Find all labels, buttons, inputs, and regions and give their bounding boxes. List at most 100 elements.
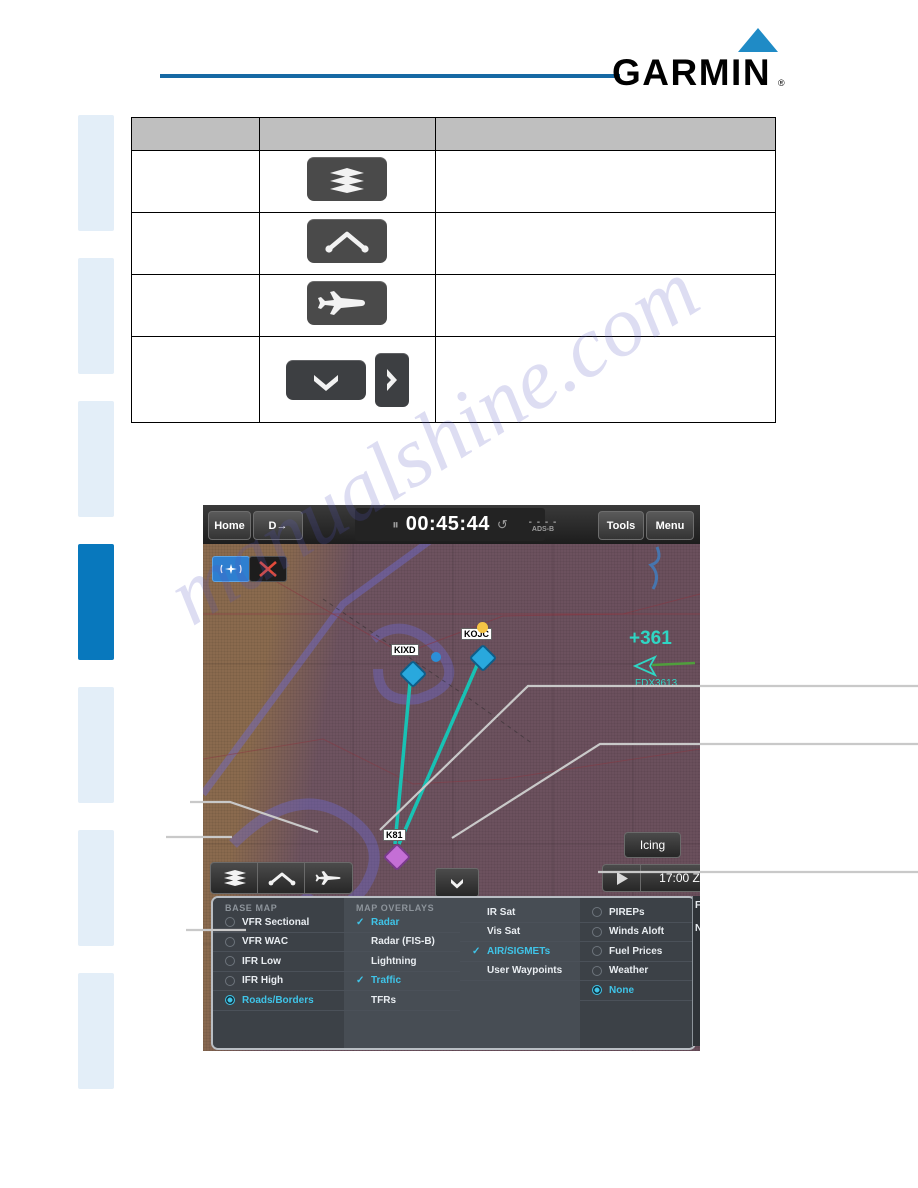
menu-column-weather-products: PIREPs Winds Aloft Fuel Prices Weather N… [580,898,694,1048]
device-top-bar: Home D→ ⏸ 00:45:44 ↺ - - - - ADS-B Tools… [203,505,700,545]
reset-icon[interactable]: ↺ [497,517,508,533]
radio-icon [225,956,235,967]
menu-column-map-overlays: MAP OVERLAYS ✓ Radar Radar (FIS-B) Lightn… [344,898,460,1048]
table-cell-icon [258,212,437,275]
garmin-logo: GARMIN ® [612,28,792,93]
sidebar-item-2[interactable] [78,258,114,374]
garmin-registered-mark: ® [778,78,785,88]
table-row [131,274,776,337]
map-canvas[interactable]: KIXD KOJC K81 +361 FDX3613 Icing 17:00 Z… [203,544,700,1051]
table-header-cell-3 [435,117,776,151]
table-cell-icon [258,274,437,337]
map-aircraft-button[interactable] [304,862,353,894]
table-cell-description [435,274,776,337]
menu-item-roads-borders[interactable]: Roads/Borders [213,991,344,1011]
pause-icon[interactable]: ⏸ [392,517,399,533]
table-cell-description [435,336,776,423]
table-cell-description [435,150,776,213]
table-header-cell-2 [258,117,437,151]
menu-item-vis-sat[interactable]: Vis Sat [460,923,580,942]
table-cell-icon [258,336,437,423]
tools-button[interactable]: Tools [598,511,644,540]
radio-icon-selected [592,985,602,996]
waypoint-label-kixd: KIXD [391,644,419,656]
table-cell-icon [258,150,437,213]
menu-item-vfr-sectional[interactable]: VFR Sectional [213,913,344,933]
menu-button[interactable]: Menu [646,511,694,540]
home-button[interactable]: Home [208,511,251,540]
direct-to-button[interactable]: D→ [253,511,303,540]
airplane-icon [307,281,388,325]
sidebar-item-1[interactable] [78,115,114,231]
menu-item-winds-aloft[interactable]: Winds Aloft [580,923,694,942]
radio-icon [225,917,235,928]
menu-item-traffic[interactable]: ✓ Traffic [344,972,460,991]
menu-item-fuel-prices[interactable]: Fuel Prices [580,942,694,962]
table-cell-description [435,212,776,275]
traffic-disabled-icon-glyph [259,561,277,577]
table-cell-label [131,274,260,337]
layers-icon [223,870,246,886]
icing-button[interactable]: Icing [624,832,681,858]
route-icon [268,872,295,886]
route-icon [307,219,388,263]
map-setup-menu: BASE MAP VFR Sectional VFR WAC IFR Low I… [211,896,696,1050]
table-row [131,212,776,275]
menu-item-radar-fisb[interactable]: Radar (FIS-B) [344,933,460,952]
table-row [131,150,776,213]
traffic-icon-glyph [220,564,242,574]
map-layers-button[interactable] [210,862,259,894]
menu-item-tfrs[interactable]: TFRs [344,991,460,1011]
menu-item-lightning[interactable]: Lightning [344,952,460,972]
play-icon [617,871,628,885]
check-icon: ✓ [356,975,365,987]
device-screenshot: Home D→ ⏸ 00:45:44 ↺ - - - - ADS-B Tools… [203,505,700,1051]
timer-value: 00:45:44 [405,513,490,535]
menu-item-ifr-low[interactable]: IFR Low [213,952,344,972]
map-route-button[interactable] [257,862,306,894]
menu-item-vfr-wac[interactable]: VFR WAC [213,933,344,952]
menu-column-map-overlays-2: IR Sat Vis Sat ✓ AIR/SIGMETs User Waypoin… [460,898,580,1048]
menu-item-user-waypoints[interactable]: User Waypoints [460,962,580,981]
waypoint-label-k81: K81 [383,829,406,841]
animation-play-button[interactable] [602,864,642,892]
radio-icon-selected [225,995,235,1006]
radio-icon [225,936,235,947]
menu-column-clipped[interactable]: F N [692,896,700,1046]
table-cell-label [131,336,260,423]
traffic-disabled-icon[interactable] [249,556,287,582]
menu-item-pireps[interactable]: PIREPs [580,903,694,923]
menu-item-weather[interactable]: Weather [580,962,694,981]
radio-icon [592,926,602,937]
layers-icon [307,157,388,201]
table-header-row [131,117,776,151]
table-row [131,336,776,423]
airplane-icon-glyph [318,291,366,315]
chevron-down-icon [285,359,366,400]
clipped-line-2: N [693,911,700,934]
radio-icon [592,946,602,957]
garmin-triangle-icon [738,28,778,52]
menu-item-air-sigmets[interactable]: ✓ AIR/SIGMETs [460,942,580,962]
sidebar-item-3[interactable] [78,401,114,517]
sidebar-item-5[interactable] [78,687,114,803]
radio-icon [225,975,235,986]
sidebar-item-6[interactable] [78,830,114,946]
menu-item-radar[interactable]: ✓ Radar [344,913,460,933]
timer-display[interactable]: ⏸ 00:45:44 ↺ [355,508,545,541]
chevron-right-icon-glyph [386,368,397,391]
adsb-status: - - - - ADS-B [525,518,561,534]
header-rule [160,74,620,78]
traffic-altitude-label: +361 [629,628,672,649]
radio-icon [592,907,602,918]
menu-column-title: BASE MAP [225,903,278,913]
table-header-cell-1 [131,117,260,151]
menu-item-ir-sat[interactable]: IR Sat [460,903,580,923]
table-cell-label [131,150,260,213]
map-expand-button[interactable] [435,868,479,897]
traffic-icon[interactable] [212,556,250,582]
sidebar-item-7[interactable] [78,973,114,1089]
sidebar-item-4[interactable] [78,544,114,660]
menu-item-none[interactable]: None [580,981,694,1001]
menu-item-ifr-high[interactable]: IFR High [213,972,344,991]
